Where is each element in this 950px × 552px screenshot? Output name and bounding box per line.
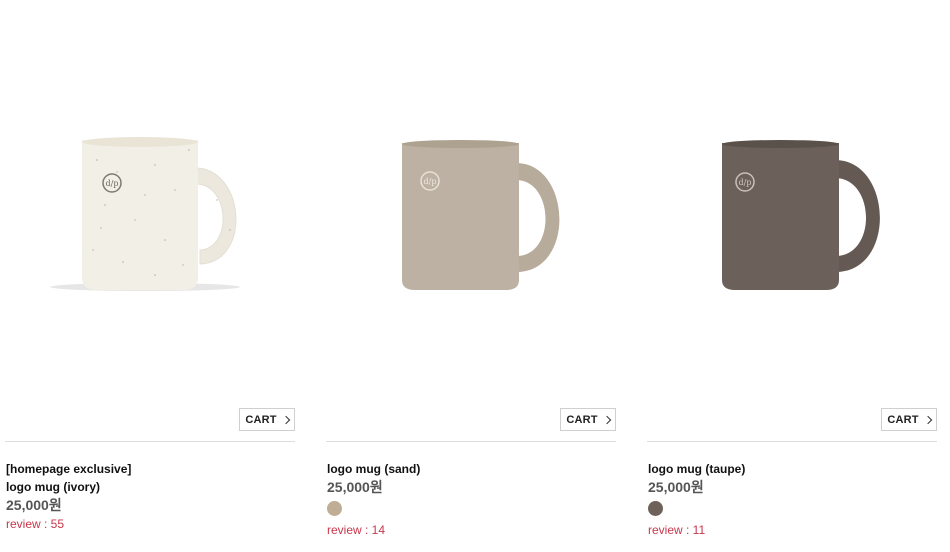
mug-handle	[194, 167, 237, 265]
mug-rim	[722, 140, 839, 148]
product-price: 25,000원	[648, 479, 704, 495]
product-info-sand: logo mug (sand) 25,000원 review : 14	[327, 460, 615, 538]
cart-button-ivory[interactable]: CART	[239, 408, 295, 431]
product-image-sand[interactable]: d/p	[326, 0, 616, 400]
cart-button-label: CART	[245, 413, 277, 426]
product-name-ivory[interactable]: [homepage exclusive] logo mug (ivory)	[6, 460, 294, 496]
product-card-ivory: d/p CART [homepage exclusive] logo mug (…	[5, 0, 295, 552]
product-name-sand[interactable]: logo mug (sand)	[327, 460, 615, 478]
product-name-line: logo mug (taupe)	[648, 462, 746, 476]
cart-button-sand[interactable]: CART	[560, 408, 616, 431]
product-price: 25,000원	[6, 497, 62, 513]
chevron-right-icon	[923, 415, 932, 424]
product-grid: d/p CART [homepage exclusive] logo mug (…	[0, 0, 950, 552]
chevron-right-icon	[602, 415, 611, 424]
product-name-taupe[interactable]: logo mug (taupe)	[648, 460, 936, 478]
product-image-taupe[interactable]: d/p	[647, 0, 937, 400]
divider	[647, 441, 937, 442]
color-swatch-taupe[interactable]	[648, 501, 663, 516]
mug-handle	[516, 163, 560, 272]
product-card-taupe: d/p CART logo mug (taupe) 25,000원 review…	[647, 0, 937, 552]
logo-text: d/p	[424, 177, 437, 186]
product-image-ivory[interactable]: d/p	[5, 0, 295, 400]
product-info-ivory: [homepage exclusive] logo mug (ivory) 25…	[6, 460, 294, 532]
cart-button-taupe[interactable]: CART	[881, 408, 937, 431]
product-price: 25,000원	[327, 479, 383, 495]
product-name-line: logo mug (ivory)	[6, 480, 100, 494]
cart-button-label: CART	[887, 413, 919, 426]
chevron-right-icon	[281, 415, 290, 424]
logo-text: d/p	[106, 179, 119, 188]
review-count: review : 55	[6, 517, 65, 531]
product-name-line: logo mug (sand)	[327, 462, 421, 476]
product-name-line: [homepage exclusive]	[6, 462, 132, 476]
divider	[326, 441, 616, 442]
mug-body	[82, 140, 198, 290]
logo-text: d/p	[739, 178, 752, 187]
mug-rim	[402, 140, 519, 148]
product-info-taupe: logo mug (taupe) 25,000원 review : 11	[648, 460, 936, 538]
mug-handle	[835, 160, 880, 272]
mug-body	[722, 143, 839, 290]
mug-rim	[82, 137, 198, 147]
mug-body	[402, 143, 519, 290]
review-count: review : 14	[327, 523, 386, 537]
color-swatch-sand[interactable]	[327, 501, 342, 516]
cart-button-label: CART	[566, 413, 598, 426]
divider	[5, 441, 295, 442]
review-count: review : 11	[648, 523, 706, 537]
product-card-sand: d/p CART logo mug (sand) 25,000원 review …	[326, 0, 616, 552]
